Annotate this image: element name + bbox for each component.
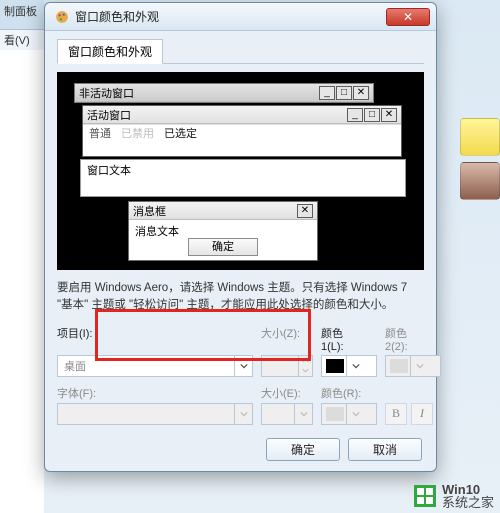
active-window-title: 活动窗口 — [87, 107, 131, 123]
maximize-icon: □ — [364, 108, 380, 122]
spin-up-icon — [299, 356, 312, 366]
color-swatch-black — [326, 359, 344, 373]
watermark-line2: 系统之家 — [442, 496, 494, 509]
size-label: 大小(Z): — [261, 325, 313, 353]
theme-swatch-brown[interactable] — [460, 162, 500, 200]
preview-ok-button: 确定 — [188, 238, 258, 256]
window-controls: _ □ ✕ — [319, 86, 369, 100]
bg-top-strip: 制面板 — [0, 0, 44, 30]
color2-picker — [385, 355, 441, 377]
color1-picker[interactable] — [321, 355, 377, 377]
cancel-button[interactable]: 取消 — [348, 438, 422, 461]
font-color-picker — [321, 403, 377, 425]
preview-active-window: 活动窗口 _ □ ✕ 普通 已禁用 已选定 — [82, 105, 402, 157]
menu-selected: 已选定 — [164, 125, 197, 141]
tab-appearance[interactable]: 窗口颜色和外观 — [57, 39, 163, 64]
maximize-icon: □ — [336, 86, 352, 100]
window-controls: ✕ — [297, 204, 313, 218]
titlebar[interactable]: 窗口颜色和外观 ✕ — [45, 3, 436, 31]
italic-toggle: I — [411, 403, 433, 425]
ok-button[interactable]: 确定 — [266, 438, 340, 461]
close-icon: ✕ — [381, 108, 397, 122]
item-combobox[interactable]: 桌面 — [57, 355, 253, 377]
appearance-dialog: 窗口颜色和外观 ✕ 窗口颜色和外观 非活动窗口 _ □ ✕ 活动窗口 — [44, 2, 437, 472]
preview-text-pane: 窗口文本 — [80, 159, 406, 197]
chevron-down-icon — [234, 356, 252, 376]
chevron-down-icon — [294, 404, 312, 424]
close-icon: ✕ — [403, 11, 413, 23]
hint-text: 要启用 Windows Aero，请选择 Windows 主题。只有选择 Win… — [57, 280, 424, 315]
dialog-title: 窗口颜色和外观 — [75, 8, 159, 25]
bg-white — [0, 50, 44, 513]
theme-swatch-yellow[interactable] — [460, 118, 500, 156]
menu-disabled: 已禁用 — [121, 125, 154, 141]
color2-label: 颜色 2(2): — [385, 325, 441, 353]
item-label: 项目(I): — [57, 325, 253, 353]
preview-message-box: 消息框 ✕ 消息文本 确定 — [128, 201, 318, 261]
fcolor-label: 颜色(R): — [321, 385, 377, 401]
menu-normal: 普通 — [89, 125, 111, 141]
site-watermark: Win10 系统之家 — [414, 483, 494, 509]
chevron-down-icon — [410, 356, 428, 376]
font-combobox — [57, 403, 253, 425]
minimize-icon: _ — [319, 86, 335, 100]
color-swatch-disabled — [326, 407, 344, 421]
bg-menu-strip: 看(V) — [0, 30, 44, 50]
window-controls: _ □ ✕ — [347, 108, 397, 122]
close-icon: ✕ — [353, 86, 369, 100]
item-combobox-value: 桌面 — [64, 358, 86, 374]
fsize-label: 大小(E): — [261, 385, 313, 401]
close-button[interactable]: ✕ — [386, 8, 430, 26]
preview-menu-bar: 普通 已禁用 已选定 — [83, 124, 401, 140]
preview-pane: 非活动窗口 _ □ ✕ 活动窗口 _ □ ✕ — [57, 72, 424, 270]
chevron-down-icon — [346, 404, 364, 424]
inactive-window-title: 非活动窗口 — [79, 85, 134, 101]
chevron-down-icon — [346, 356, 364, 376]
close-icon: ✕ — [297, 204, 313, 218]
color-swatch-disabled — [390, 359, 408, 373]
spin-down-icon — [299, 366, 312, 376]
windows-logo-icon — [414, 485, 436, 507]
bold-toggle: B — [385, 403, 407, 425]
size-spinner — [261, 355, 313, 377]
color1-label: 颜色 1(L): — [321, 325, 377, 353]
chevron-down-icon — [234, 404, 252, 424]
window-text-label: 窗口文本 — [87, 165, 131, 177]
dialog-footer: 确定 取消 — [266, 438, 422, 461]
font-label: 字体(F): — [57, 385, 253, 401]
preview-inactive-window: 非活动窗口 _ □ ✕ — [74, 83, 374, 103]
font-size-combobox — [261, 403, 313, 425]
palette-icon — [55, 10, 69, 24]
message-box-title: 消息框 — [133, 203, 166, 219]
minimize-icon: _ — [347, 108, 363, 122]
